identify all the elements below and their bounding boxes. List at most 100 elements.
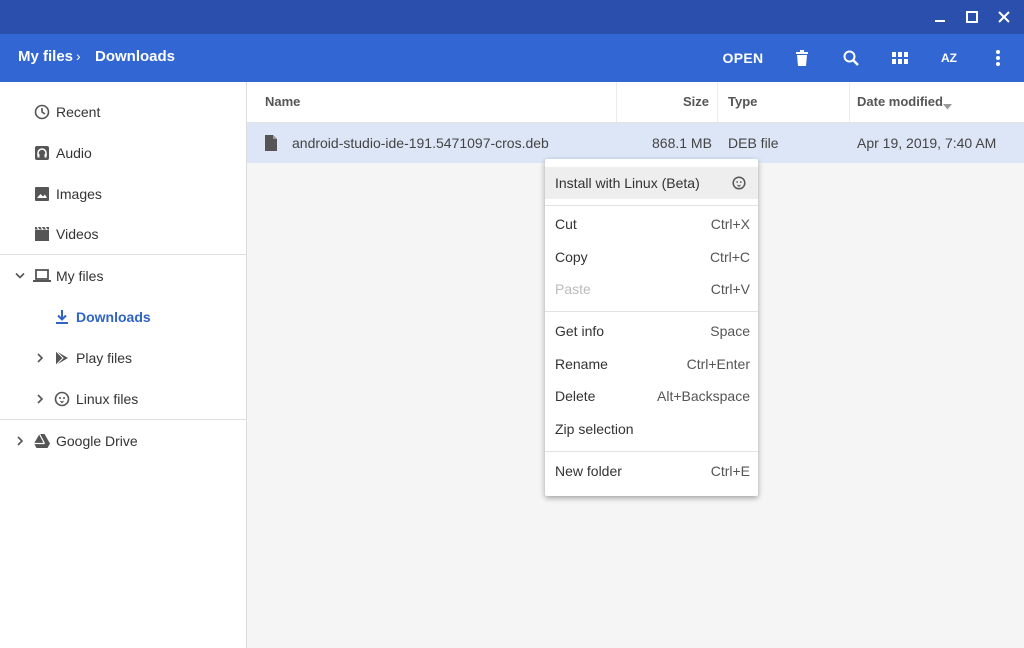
sort-descending-icon <box>943 97 952 115</box>
video-icon <box>33 225 51 243</box>
menu-item-rename[interactable]: Rename Ctrl+Enter <box>545 348 758 380</box>
sidebar-divider <box>0 419 246 420</box>
sidebar-item-images[interactable]: Images <box>0 175 246 213</box>
menu-item-shortcut: Ctrl+V <box>710 281 750 297</box>
column-header-size[interactable]: Size <box>683 94 709 109</box>
sidebar-item-label: My files <box>56 268 104 284</box>
headphones-icon <box>33 144 51 162</box>
grid-view-icon <box>892 52 908 64</box>
file-date: Apr 19, 2019, 7:40 AM <box>857 135 997 151</box>
chevron-right-icon[interactable] <box>33 392 47 406</box>
chevron-right-icon[interactable] <box>13 434 27 448</box>
menu-item-shortcut: Ctrl+C <box>709 249 750 265</box>
menu-item-shortcut: Alt+Backspace <box>657 388 750 404</box>
breadcrumb-root[interactable]: My files <box>18 48 73 65</box>
sidebar-item-label: Images <box>56 186 102 202</box>
sidebar-item-recent[interactable]: Recent <box>0 93 246 131</box>
toolbar: My files › Downloads OPEN AZ <box>0 34 1024 82</box>
menu-item-label: Install with Linux (Beta) <box>555 175 700 191</box>
sidebar-item-google-drive[interactable]: Google Drive <box>0 422 246 460</box>
column-header-name[interactable]: Name <box>265 94 300 109</box>
sidebar-item-label: Linux files <box>76 391 139 407</box>
maximize-button[interactable] <box>956 2 988 32</box>
window-titlebar <box>0 0 1024 34</box>
menu-item-label: Get info <box>555 323 605 339</box>
menu-item-label: Cut <box>555 216 577 232</box>
file-icon <box>265 135 277 156</box>
column-header-type[interactable]: Type <box>728 94 757 109</box>
sidebar-item-label: Downloads <box>76 309 151 325</box>
menu-item-shortcut: Space <box>710 323 750 339</box>
sidebar: Recent Audio Images Videos My files Down… <box>0 82 247 648</box>
menu-separator <box>545 311 758 312</box>
sidebar-item-label: Audio <box>56 145 92 161</box>
column-header-date[interactable]: Date modified <box>857 94 943 109</box>
sidebar-item-label: Videos <box>56 226 99 242</box>
sidebar-item-label: Recent <box>56 104 101 120</box>
context-menu: Install with Linux (Beta) Cut Ctrl+X Cop… <box>545 159 758 496</box>
file-size: 868.1 MB <box>652 135 712 151</box>
chevron-down-icon[interactable] <box>13 269 27 283</box>
close-button[interactable] <box>988 2 1020 32</box>
sort-button[interactable]: AZ <box>933 43 965 73</box>
menu-item-paste[interactable]: Paste Ctrl+V <box>545 273 758 305</box>
menu-item-cut[interactable]: Cut Ctrl+X <box>545 208 758 240</box>
breadcrumb-separator: › <box>76 48 81 64</box>
delete-button[interactable] <box>786 43 818 73</box>
menu-item-zip-selection[interactable]: Zip selection <box>545 413 758 445</box>
file-name: android-studio-ide-191.5471097-cros.deb <box>292 135 549 151</box>
penguin-icon <box>53 390 71 408</box>
maximize-icon <box>966 11 978 23</box>
open-button[interactable]: OPEN <box>716 43 770 73</box>
more-vert-icon <box>996 50 1000 66</box>
sidebar-item-my-files[interactable]: My files <box>0 257 246 295</box>
drive-icon <box>33 432 51 450</box>
grid-view-button[interactable] <box>884 43 916 73</box>
menu-item-label: Copy <box>555 249 588 265</box>
column-resize-handle[interactable] <box>717 82 718 122</box>
sidebar-item-linux-files[interactable]: Linux files <box>0 380 246 418</box>
minimize-icon <box>935 20 945 22</box>
menu-item-delete[interactable]: Delete Alt+Backspace <box>545 380 758 412</box>
menu-item-label: Paste <box>555 281 591 297</box>
menu-item-copy[interactable]: Copy Ctrl+C <box>545 241 758 273</box>
chevron-right-icon[interactable] <box>33 351 47 365</box>
menu-item-new-folder[interactable]: New folder Ctrl+E <box>545 455 758 487</box>
sidebar-item-label: Play files <box>76 350 133 366</box>
menu-item-shortcut: Ctrl+Enter <box>686 356 750 372</box>
menu-item-label: New folder <box>555 463 622 479</box>
menu-item-shortcut: Ctrl+E <box>710 463 750 479</box>
menu-item-get-info[interactable]: Get info Space <box>545 315 758 347</box>
image-icon <box>33 185 51 203</box>
column-header-row: Name Size Type Date modified <box>247 82 1024 123</box>
more-options-button[interactable] <box>982 43 1014 73</box>
minimize-button[interactable] <box>924 2 956 32</box>
trash-icon <box>796 50 808 66</box>
search-button[interactable] <box>835 43 867 73</box>
search-icon <box>843 50 859 66</box>
laptop-icon <box>33 267 51 285</box>
sidebar-item-play-files[interactable]: Play files <box>0 339 246 377</box>
sort-az-icon: AZ <box>941 51 957 65</box>
play-store-icon <box>53 349 71 367</box>
penguin-icon <box>732 176 746 193</box>
column-resize-handle[interactable] <box>849 82 850 122</box>
menu-item-label: Zip selection <box>555 421 634 437</box>
menu-item-label: Rename <box>555 356 608 372</box>
menu-separator <box>545 451 758 452</box>
column-resize-handle[interactable] <box>616 82 617 122</box>
close-icon <box>998 11 1010 23</box>
menu-item-install-linux[interactable]: Install with Linux (Beta) <box>545 167 758 199</box>
menu-item-label: Delete <box>555 388 596 404</box>
sidebar-item-audio[interactable]: Audio <box>0 134 246 172</box>
menu-separator <box>545 205 758 206</box>
sidebar-item-downloads[interactable]: Downloads <box>0 298 246 336</box>
sidebar-divider <box>0 254 246 255</box>
download-icon <box>53 308 71 326</box>
clock-icon <box>33 103 51 121</box>
table-row[interactable]: android-studio-ide-191.5471097-cros.deb … <box>247 123 1024 163</box>
menu-item-shortcut: Ctrl+X <box>710 216 750 232</box>
breadcrumb-current[interactable]: Downloads <box>95 48 175 65</box>
sidebar-item-label: Google Drive <box>56 433 138 449</box>
sidebar-item-videos[interactable]: Videos <box>0 215 246 253</box>
